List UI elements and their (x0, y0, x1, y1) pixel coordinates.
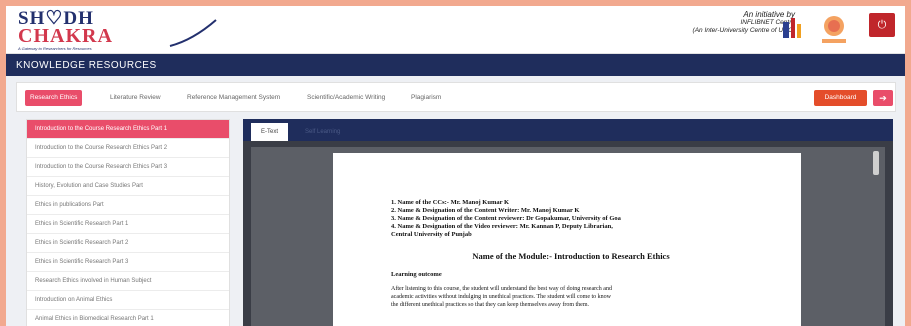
lesson-item[interactable]: Introduction on Animal Ethics (27, 291, 229, 310)
lesson-item[interactable]: Ethics in publications Part (27, 196, 229, 215)
doc-line: 2. Name & Designation of the Content Wri… (391, 207, 580, 214)
lesson-item[interactable]: Ethics in Scientific Research Part 3 (27, 253, 229, 272)
outcome-heading: Learning outcome (391, 271, 442, 278)
content-viewer: E-Text Self Learning 1. Name of the CCs:… (243, 119, 893, 326)
tab-etext[interactable]: E-Text (251, 123, 289, 141)
pdf-viewer[interactable]: 1. Name of the CCs:- Mr. Manoj Kumar K 2… (251, 147, 885, 326)
lesson-item[interactable]: History, Evolution and Case Studies Part (27, 177, 229, 196)
logo-swoosh-icon (169, 19, 217, 47)
outcome-text: After listening to this course, the stud… (391, 285, 751, 309)
tab-self-learning[interactable]: Self Learning (295, 123, 350, 141)
lesson-item[interactable]: Introduction to the Course Research Ethi… (27, 139, 229, 158)
section-title: KNOWLEDGE RESOURCES (16, 60, 157, 71)
module-title: Name of the Module:- Introduction to Res… (472, 251, 670, 261)
scrollbar-thumb[interactable] (873, 151, 879, 175)
section-title-bar: KNOWLEDGE RESOURCES (6, 54, 905, 76)
initiative-line1: An initiative by (743, 10, 795, 19)
lesson-item[interactable]: Introduction to the Course Research Ethi… (27, 158, 229, 177)
arrow-icon: ➔ (879, 93, 887, 103)
ugc-emblem-icon (822, 16, 846, 43)
lesson-item[interactable]: Ethics in Scientific Research Part 2 (27, 234, 229, 253)
doc-line: 4. Name & Designation of the Video revie… (391, 223, 613, 230)
lesson-item[interactable]: Animal Ethics in Biomedical Research Par… (27, 310, 229, 326)
logout-button[interactable]: ⏻ (869, 13, 895, 37)
site-header: SH♡DH CHAKRA A Gateway to Researchers fo… (6, 6, 905, 54)
tab-reference-management[interactable]: Reference Management System (182, 90, 285, 106)
tab-research-ethics[interactable]: Research Ethics (25, 90, 83, 106)
power-icon: ⏻ (877, 19, 887, 31)
initiative-line3: (An Inter-University Centre of UGC) (692, 27, 795, 34)
doc-line: 3. Name & Designation of the Content rev… (391, 215, 621, 222)
initiative-line2: INFLIBNET Centre (740, 19, 795, 26)
tab-academic-writing[interactable]: Scientific/Academic Writing (302, 90, 390, 106)
shodh-chakra-logo[interactable]: SH♡DH CHAKRA A Gateway to Researchers fo… (18, 9, 218, 51)
lesson-item[interactable]: Introduction to the Course Research Ethi… (27, 120, 229, 139)
outcome-line: After listening to this course, the stud… (391, 286, 612, 292)
lesson-item[interactable]: Ethics in Scientific Research Part 1 (27, 215, 229, 234)
initiative-text: An initiative by INFLIBNET Centre (An In… (693, 11, 795, 35)
viewer-tabs: E-Text Self Learning (243, 119, 893, 141)
inflibnet-emblem-icon (783, 18, 801, 38)
lesson-list: Introduction to the Course Research Ethi… (26, 119, 230, 326)
dashboard-button[interactable]: Dashboard (814, 90, 867, 106)
outcome-line: the different unethical practices so tha… (391, 302, 589, 308)
doc-line: 1. Name of the CCs:- Mr. Manoj Kumar K (391, 199, 510, 206)
lesson-item[interactable]: Research Ethics involved in Human Subjec… (27, 272, 229, 291)
tab-plagiarism[interactable]: Plagiarism (406, 90, 446, 106)
app-frame: SH♡DH CHAKRA A Gateway to Researchers fo… (6, 6, 905, 326)
outcome-line: academic activities without indulging in… (391, 294, 611, 300)
pdf-page: 1. Name of the CCs:- Mr. Manoj Kumar K 2… (333, 153, 801, 326)
document-text: 1. Name of the CCs:- Mr. Manoj Kumar K 2… (391, 199, 751, 309)
doc-line: Central University of Punjab (391, 231, 472, 238)
back-button[interactable]: ➔ (873, 90, 893, 106)
resource-tabs: Research Ethics Literature Review Refere… (16, 82, 896, 112)
tab-literature-review[interactable]: Literature Review (105, 90, 166, 106)
